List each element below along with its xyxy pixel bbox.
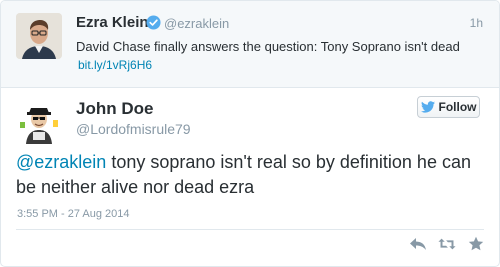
parent-timestamp[interactable]: 1h (470, 16, 483, 30)
retweet-icon[interactable] (438, 235, 456, 253)
mention-link[interactable]: @ezraklein (16, 152, 106, 172)
tweet-timestamp[interactable]: 3:55 PM - 27 Aug 2014 (17, 208, 130, 220)
author-name[interactable]: John Doe (76, 99, 153, 119)
author-avatar[interactable] (16, 98, 62, 144)
verified-badge-icon (146, 15, 161, 30)
parent-author-handle[interactable]: @ezraklein (164, 16, 229, 31)
parent-tweet-link[interactable]: bit.ly/1vRj6H6 (78, 58, 152, 72)
follow-button-label: Follow (438, 100, 477, 114)
author-handle[interactable]: @Lordofmisrule79 (76, 121, 191, 137)
parent-author-name[interactable]: Ezra Klein (76, 14, 149, 31)
follow-button[interactable]: Follow (417, 96, 480, 118)
tweet-text: @ezraklein tony soprano isn't real so by… (16, 150, 486, 200)
parent-tweet[interactable]: Ezra Klein @ezraklein 1h David Chase fin… (1, 1, 499, 88)
favorite-icon[interactable] (467, 235, 485, 253)
embedded-tweet-card: Ezra Klein @ezraklein 1h David Chase fin… (0, 0, 500, 267)
parent-tweet-text: David Chase finally answers the question… (76, 39, 460, 54)
divider (16, 229, 484, 230)
reply-icon[interactable] (409, 235, 427, 253)
twitter-bird-icon (420, 101, 435, 113)
parent-avatar[interactable] (16, 13, 62, 59)
tweet-actions (409, 235, 485, 253)
